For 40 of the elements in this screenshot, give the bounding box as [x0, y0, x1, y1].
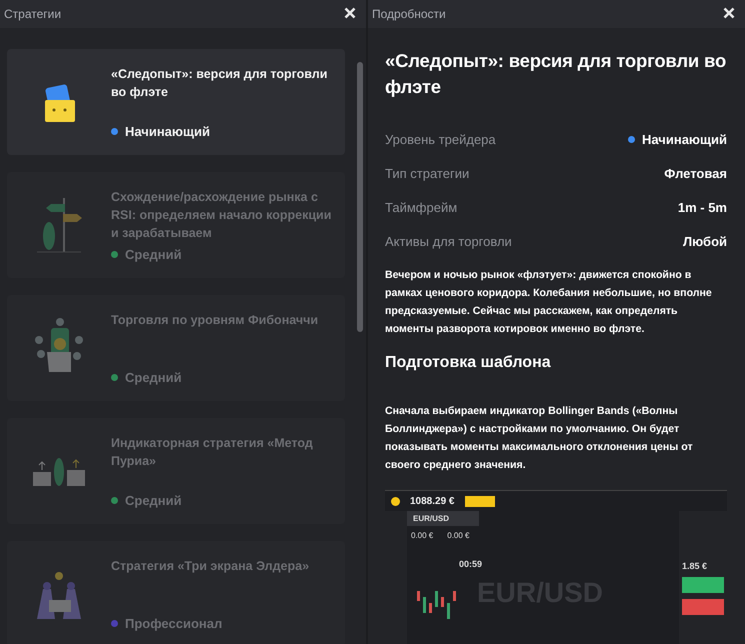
close-button[interactable]	[723, 7, 737, 21]
payout-value: 1.85 €	[682, 561, 708, 571]
logo-icon	[391, 496, 400, 506]
strategy-card[interactable]: Индикаторная стратегия «Метод Пуриа» Средний	[7, 418, 345, 524]
timer-text: 00:59	[459, 559, 482, 569]
panel-title: Стратегии	[4, 7, 62, 21]
property-value: Начинающий	[642, 132, 727, 146]
level-label: Профессионал	[125, 616, 222, 631]
level-label: Начинающий	[125, 124, 210, 139]
level-label: Средний	[125, 493, 182, 508]
property-label: Уровень трейдера	[385, 132, 496, 146]
level-label: Средний	[125, 370, 182, 385]
income-value: 0.00 €	[447, 531, 470, 540]
strategy-card[interactable]: Торговля по уровням Фибоначчи Средний	[7, 295, 345, 401]
property-value: Флетовая	[664, 166, 727, 180]
intro-paragraph: Вечером и ночью рынок «флэтует»: движется спокойно в рамках ценового коридора. Колебания небольшие, но вполне предсказуемые. Сейчас мы расскажем, как определять моменты разворота котировок именно во флэте.	[385, 268, 713, 337]
close-icon	[344, 7, 356, 19]
level-label: Средний	[125, 247, 182, 262]
strategy-heading: «Следопыт»: версия для торговли во флэте	[385, 49, 727, 99]
section-heading: Подготовка шаблона	[385, 354, 552, 372]
close-button[interactable]	[344, 7, 358, 21]
strategy-title: Схождение/расхождение рынка с RSI: определяем начало коррекции и зарабатываем	[111, 189, 332, 242]
panel-title: Подробности	[372, 7, 446, 21]
invested-value: 0.00 €	[411, 531, 434, 540]
property-value: Любой	[682, 234, 727, 248]
property-label: Тип стратегии	[385, 166, 470, 180]
strategy-title: Стратегия «Три экрана Элдера»	[111, 558, 310, 575]
property-label: Таймфрейм	[385, 200, 458, 214]
strategy-card[interactable]: Схождение/расхождение рынка с RSI: определяем начало коррекции и зарабатываем Средний	[7, 172, 345, 278]
close-icon	[723, 7, 735, 19]
scrollbar[interactable]	[357, 62, 363, 332]
balance-text: 1088.29 €	[410, 496, 454, 506]
strategy-title: Торговля по уровням Фибоначчи	[111, 312, 320, 329]
section-paragraph: Сначала выбираем индикатор Bollinger Bands («Волны Боллинджера») с настройками по умолчанию. Он будет показывать моменты максимального отклонения цены от своего среднего значения.	[385, 404, 694, 473]
property-label: Активы для торговли	[385, 234, 512, 248]
strategy-card[interactable]: «Следопыт»: версия для торговли во флэте Начинающий	[7, 49, 345, 155]
strategy-card[interactable]: Стратегия «Три экрана Элдера» Профессионал	[7, 541, 345, 644]
strategy-title: Индикаторная стратегия «Метод Пуриа»	[111, 435, 314, 470]
strategy-title: «Следопыт»: версия для торговли во флэте	[111, 66, 328, 101]
property-value: 1m - 5m	[678, 200, 727, 214]
